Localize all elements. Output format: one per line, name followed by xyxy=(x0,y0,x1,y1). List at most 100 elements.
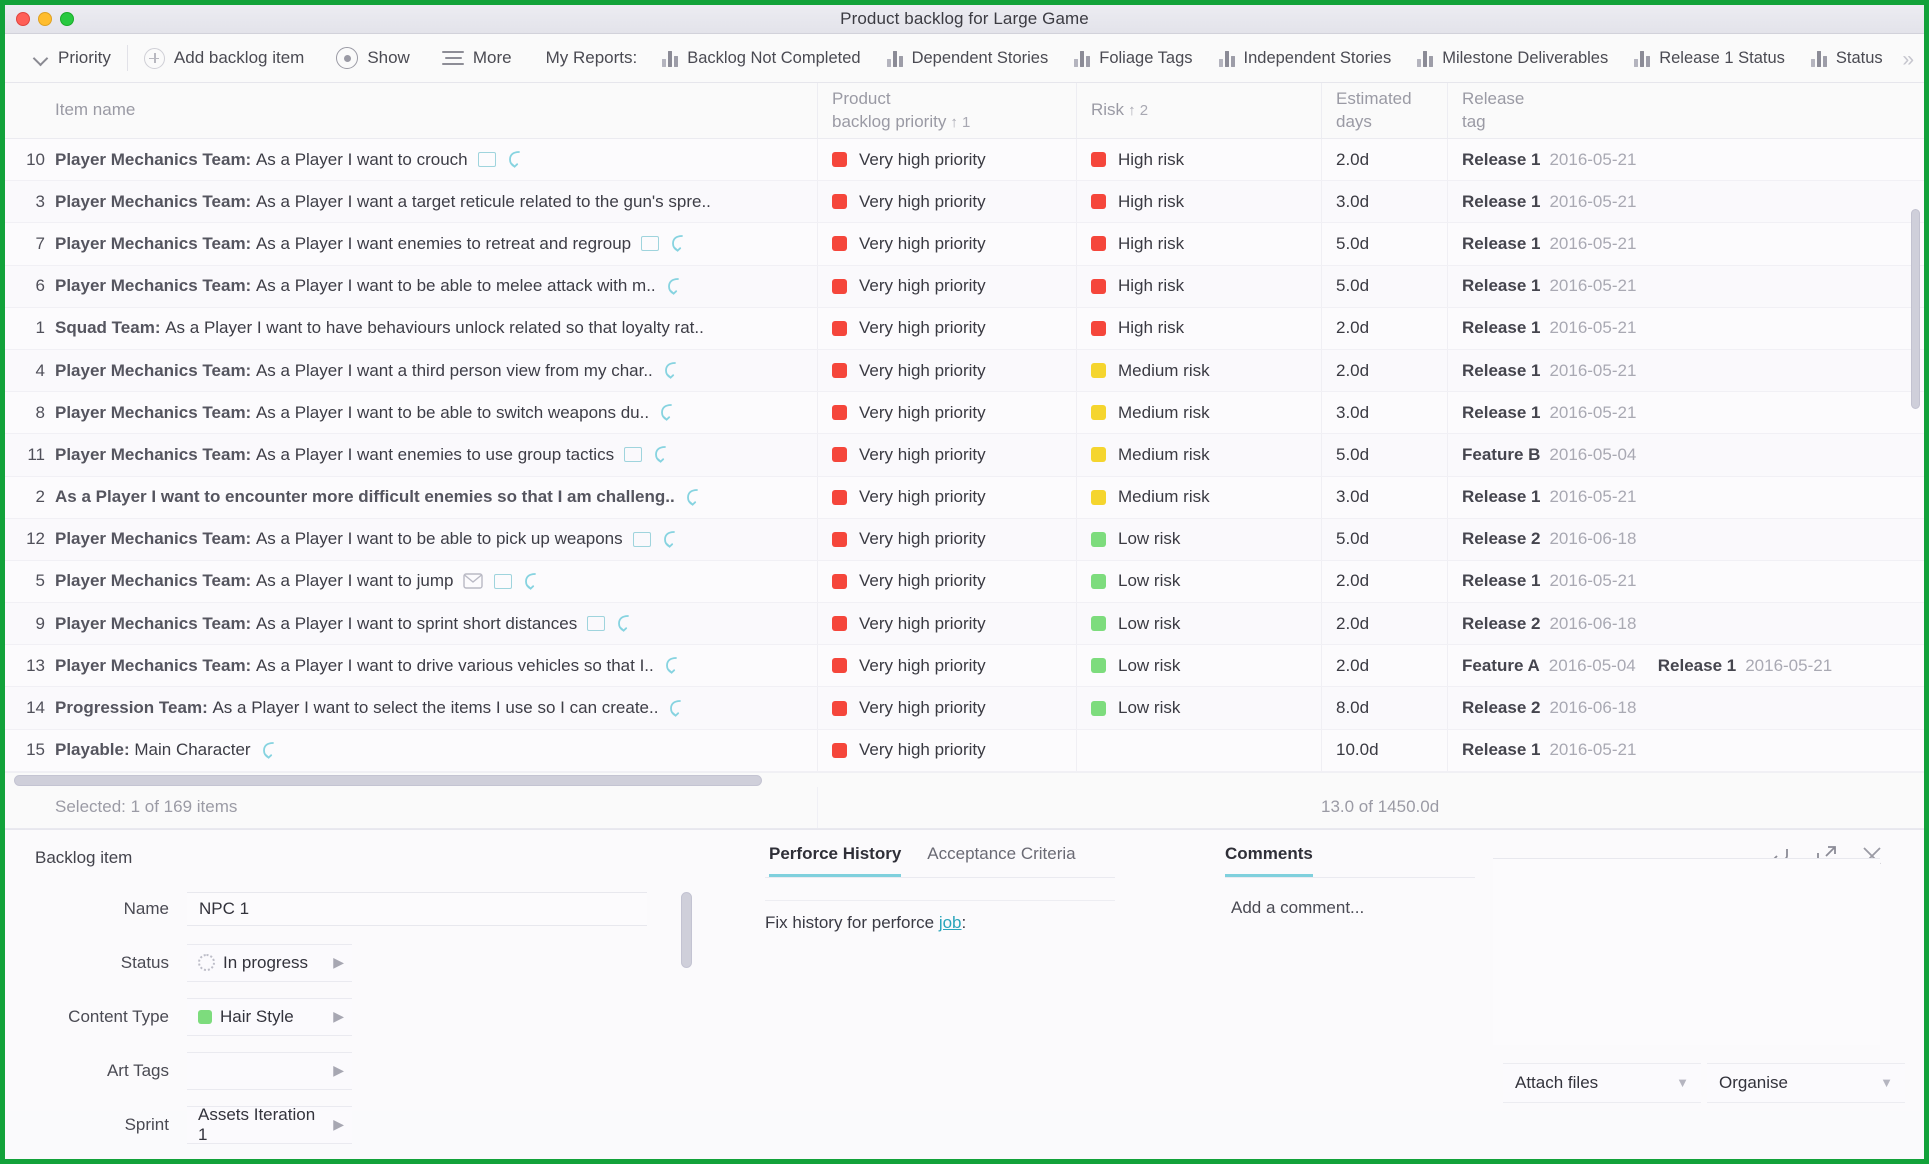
dependency-hook-icon[interactable] xyxy=(668,699,685,718)
column-header-product-backlog-priority[interactable]: Product backlog priority ↑ 1 xyxy=(817,83,1076,138)
cell-risk[interactable]: Medium risk xyxy=(1076,349,1321,392)
column-header-release-tag[interactable]: Release tag xyxy=(1447,83,1924,138)
cell-release-tag[interactable]: Release 1 2016-05-21 xyxy=(1447,307,1924,349)
cell-priority[interactable]: Very high priority xyxy=(817,392,1076,434)
cell-item-name[interactable]: 2 As a Player I want to encounter more di… xyxy=(5,477,817,518)
cell-release-tag[interactable]: Release 1 2016-05-21 xyxy=(1447,349,1924,392)
perforce-history-content[interactable]: Fix history for perforce job: xyxy=(765,899,1115,1090)
cell-estimated-days[interactable]: 2.0d xyxy=(1321,307,1447,349)
cell-release-tag[interactable]: Release 1 2016-05-21 xyxy=(1447,265,1924,307)
table-row[interactable]: 6 Player Mechanics Team: As a Player I wa… xyxy=(5,265,1924,308)
cell-estimated-days[interactable]: 5.0d xyxy=(1321,223,1447,265)
priority-menu-button[interactable]: Priority xyxy=(17,34,127,82)
cell-item-name[interactable]: 4 Player Mechanics Team: As a Player I wa… xyxy=(5,350,817,391)
note-icon[interactable] xyxy=(641,236,660,252)
organise-dropdown[interactable]: Organise ▼ xyxy=(1707,1062,1905,1103)
cell-item-name[interactable]: 7 Player Mechanics Team: As a Player I wa… xyxy=(5,223,817,264)
envelope-icon[interactable] xyxy=(463,573,484,590)
dependency-hook-icon[interactable] xyxy=(653,445,670,464)
cell-priority[interactable]: Very high priority xyxy=(817,645,1076,687)
cell-item-name[interactable]: 13 Player Mechanics Team: As a Player I w… xyxy=(5,645,817,686)
scrollbar-thumb[interactable] xyxy=(1911,209,1920,409)
content-type-dropdown[interactable]: Hair Style ▶ xyxy=(187,997,352,1036)
cell-item-name[interactable]: 9 Player Mechanics Team: As a Player I wa… xyxy=(5,603,817,644)
sprint-dropdown[interactable]: Assets Iteration 1 ▶ xyxy=(187,1105,352,1144)
cell-priority[interactable]: Very high priority xyxy=(817,181,1076,223)
dependency-hook-icon[interactable] xyxy=(616,614,633,633)
cell-release-tag[interactable]: Release 1 2016-05-21 xyxy=(1447,181,1924,223)
cell-risk[interactable]: Medium risk xyxy=(1076,476,1321,518)
scrollbar-thumb-horizontal[interactable] xyxy=(14,774,762,786)
report-button-independent-stories[interactable]: Independent Stories xyxy=(1206,34,1405,82)
cell-estimated-days[interactable]: 2.0d xyxy=(1321,139,1447,181)
table-vertical-scrollbar[interactable] xyxy=(1911,209,1921,849)
cell-risk[interactable]: High risk xyxy=(1076,139,1321,181)
cell-priority[interactable]: Very high priority xyxy=(817,603,1076,645)
cell-item-name[interactable]: 5 Player Mechanics Team: As a Player I wa… xyxy=(5,561,817,602)
cell-estimated-days[interactable]: 2.0d xyxy=(1321,645,1447,687)
cell-risk[interactable]: High risk xyxy=(1076,307,1321,349)
report-button-dependent-stories[interactable]: Dependent Stories xyxy=(874,34,1062,82)
show-button[interactable]: Show xyxy=(320,34,426,82)
toolbar-overflow-button[interactable]: » xyxy=(1902,48,1914,72)
cell-priority[interactable]: Very high priority xyxy=(817,349,1076,392)
cell-release-tag[interactable]: Release 2 2016-06-18 xyxy=(1447,687,1924,729)
cell-priority[interactable]: Very high priority xyxy=(817,518,1076,560)
cell-estimated-days[interactable]: 5.0d xyxy=(1321,434,1447,476)
cell-item-name[interactable]: 6 Player Mechanics Team: As a Player I wa… xyxy=(5,266,817,307)
dependency-hook-icon[interactable] xyxy=(261,741,278,760)
note-icon[interactable] xyxy=(624,447,643,463)
cell-release-tag[interactable]: Release 2 2016-06-18 xyxy=(1447,518,1924,560)
cell-priority[interactable]: Very high priority xyxy=(817,476,1076,518)
table-row[interactable]: 8 Player Mechanics Team: As a Player I wa… xyxy=(5,392,1924,435)
cell-estimated-days[interactable]: 3.0d xyxy=(1321,476,1447,518)
cell-item-name[interactable]: 8 Player Mechanics Team: As a Player I wa… xyxy=(5,392,817,433)
cell-estimated-days[interactable]: 2.0d xyxy=(1321,560,1447,603)
table-row[interactable]: 5 Player Mechanics Team: As a Player I wa… xyxy=(5,560,1924,604)
note-icon[interactable] xyxy=(632,531,651,547)
table-row[interactable]: 7 Player Mechanics Team: As a Player I wa… xyxy=(5,223,1924,266)
table-row[interactable]: 10 Player Mechanics Team: As a Player I w… xyxy=(5,139,1924,182)
cell-priority[interactable]: Very high priority xyxy=(817,307,1076,349)
report-button-release-1-status[interactable]: Release 1 Status xyxy=(1621,34,1798,82)
dependency-hook-icon[interactable] xyxy=(666,277,683,296)
dependency-hook-icon[interactable] xyxy=(685,488,702,507)
attach-files-dropdown[interactable]: Attach files ▼ xyxy=(1503,1062,1701,1103)
cell-risk[interactable]: Medium risk xyxy=(1076,392,1321,434)
cell-estimated-days[interactable]: 3.0d xyxy=(1321,392,1447,434)
note-icon[interactable] xyxy=(587,616,606,632)
detail-panel-scrollbar[interactable] xyxy=(681,891,692,968)
table-row[interactable]: 12 Player Mechanics Team: As a Player I w… xyxy=(5,518,1924,561)
dependency-hook-icon[interactable] xyxy=(662,530,679,549)
cell-priority[interactable]: Very high priority xyxy=(817,265,1076,307)
dependency-hook-icon[interactable] xyxy=(659,403,676,422)
cell-estimated-days[interactable]: 10.0d xyxy=(1321,729,1447,771)
cell-estimated-days[interactable]: 2.0d xyxy=(1321,603,1447,645)
cell-risk[interactable]: Low risk xyxy=(1076,687,1321,729)
dependency-hook-icon[interactable] xyxy=(523,572,540,591)
art-tags-dropdown[interactable]: ▶ xyxy=(187,1051,352,1090)
column-header-estimated-days[interactable]: Estimated days xyxy=(1321,83,1447,138)
cell-priority[interactable]: Very high priority xyxy=(817,560,1076,603)
add-backlog-item-button[interactable]: Add backlog item xyxy=(128,34,320,82)
cell-item-name[interactable]: 12 Player Mechanics Team: As a Player I w… xyxy=(5,519,817,560)
column-header-risk[interactable]: Risk ↑ 2 xyxy=(1076,83,1321,138)
cell-estimated-days[interactable]: 3.0d xyxy=(1321,181,1447,223)
table-row[interactable]: 13 Player Mechanics Team: As a Player I w… xyxy=(5,645,1924,688)
cell-release-tag[interactable]: Release 1 2016-05-21 xyxy=(1447,392,1924,434)
table-row[interactable]: 1 Squad Team: As a Player I want to have … xyxy=(5,307,1924,350)
report-button-backlog-not-completed[interactable]: Backlog Not Completed xyxy=(649,34,873,82)
cell-release-tag[interactable]: Release 2 2016-06-18 xyxy=(1447,603,1924,645)
tab-acceptance-criteria[interactable]: Acceptance Criteria xyxy=(927,844,1075,877)
report-button-milestone-deliverables[interactable]: Milestone Deliverables xyxy=(1404,34,1621,82)
cell-item-name[interactable]: 14 Progression Team: As a Player I want t… xyxy=(5,687,817,728)
cell-estimated-days[interactable]: 8.0d xyxy=(1321,687,1447,729)
more-button[interactable]: More xyxy=(426,34,528,82)
cell-item-name[interactable]: 1 Squad Team: As a Player I want to have … xyxy=(5,308,817,349)
dependency-hook-icon[interactable] xyxy=(670,234,687,253)
table-horizontal-scrollbar[interactable] xyxy=(5,771,1924,787)
cell-risk[interactable]: Low risk xyxy=(1076,603,1321,645)
cell-priority[interactable]: Very high priority xyxy=(817,729,1076,771)
cell-item-name[interactable]: 15 Playable: Main Character xyxy=(5,730,817,771)
table-row[interactable]: 11 Player Mechanics Team: As a Player I w… xyxy=(5,434,1924,477)
